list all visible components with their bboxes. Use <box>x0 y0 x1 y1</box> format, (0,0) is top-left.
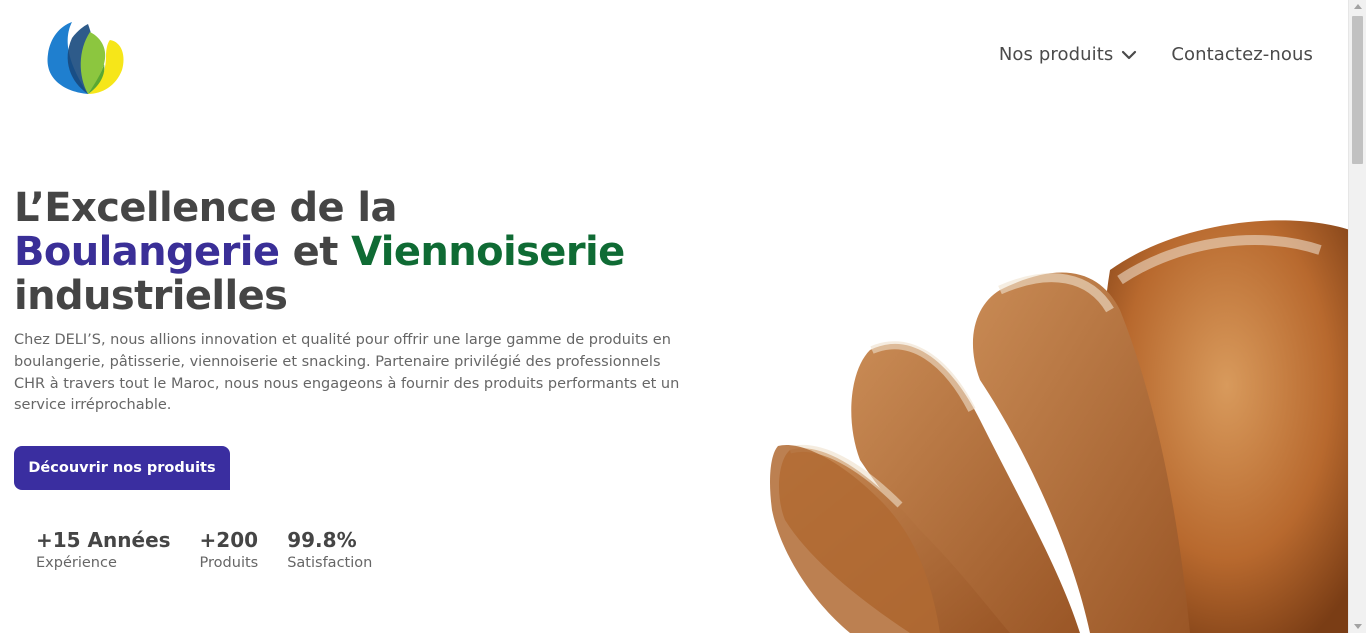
bread-image <box>770 220 1350 633</box>
nav-products-dropdown[interactable]: Nos produits <box>999 44 1138 65</box>
stat-value: 99.8% <box>287 528 357 552</box>
stat-item: 99.8% Satisfaction <box>287 528 372 571</box>
hero-description: Chez DELI’S, nous allions innovation et … <box>14 332 680 414</box>
hero-title-boulangerie: Boulangerie <box>14 229 280 275</box>
stats-row: +15 Années Expérience +200 Produits 99.8… <box>36 528 372 571</box>
nav-products-label: Nos produits <box>998 44 1114 65</box>
stat-item: +200 Produits <box>200 528 259 571</box>
site-header: Nos produits Contactez-nous <box>0 0 1348 114</box>
chevron-down-icon <box>1122 50 1137 59</box>
stat-value: +200 <box>199 528 259 552</box>
scroll-down-icon[interactable] <box>1354 624 1362 629</box>
hero-title: L’Excellence de la Boulangerie et Vienno… <box>14 186 734 318</box>
hero-title-viennoiserie: Viennoiserie <box>351 229 625 275</box>
hero-title-line1: L’Excellence de la <box>14 185 397 231</box>
leaf-petals-logo-icon[interactable] <box>44 20 126 96</box>
discover-products-button[interactable]: Découvrir nos produits <box>14 446 230 490</box>
stat-label: Produits <box>199 555 259 571</box>
scroll-up-icon[interactable] <box>1354 4 1362 9</box>
stat-label: Satisfaction <box>287 555 373 571</box>
main-nav: Nos produits Contactez-nous <box>999 44 1313 65</box>
nav-contact-link[interactable]: Contactez-nous <box>1171 44 1313 65</box>
stat-value: +15 Années <box>36 528 171 552</box>
nav-contact-label: Contactez-nous <box>1171 44 1313 65</box>
stat-label: Expérience <box>36 555 117 571</box>
page-scrollbar[interactable] <box>1348 0 1366 633</box>
hero-title-and: et <box>279 229 352 275</box>
scrollbar-thumb[interactable] <box>1352 16 1363 164</box>
hero-title-line3: industrielles <box>14 273 288 319</box>
stat-item: +15 Années Expérience <box>36 528 171 571</box>
